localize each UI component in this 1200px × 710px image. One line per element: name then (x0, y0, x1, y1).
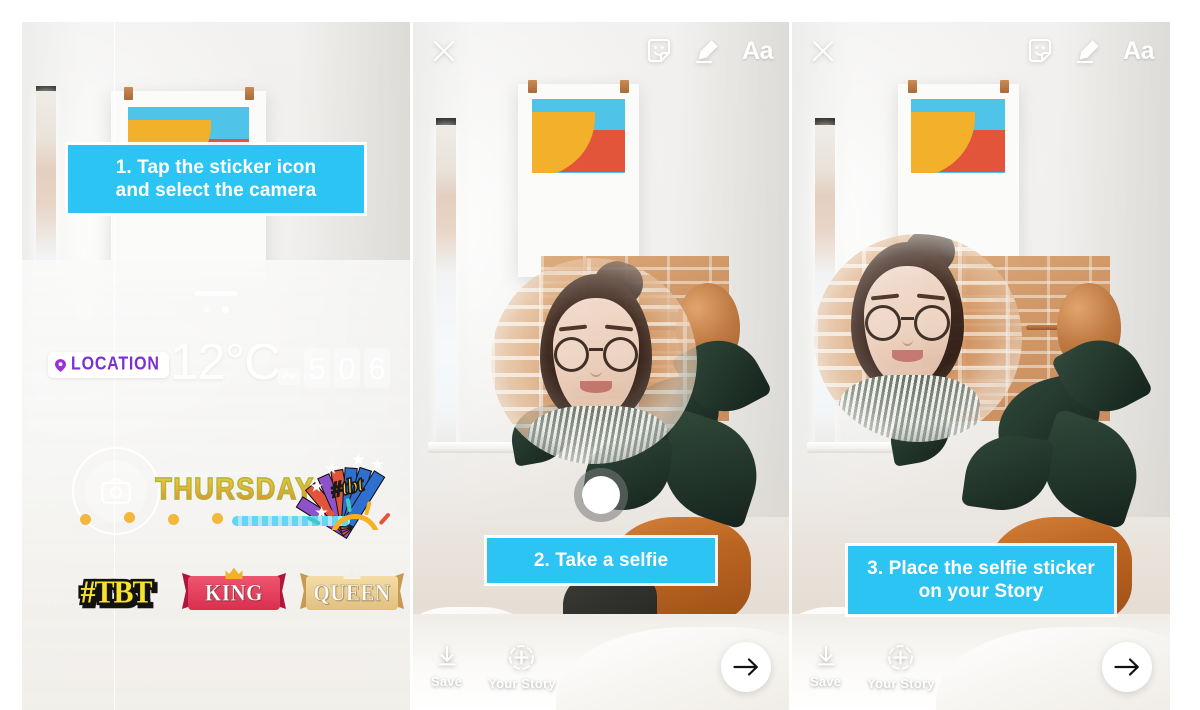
tray-page-dot-2[interactable] (222, 306, 229, 313)
toolbar-actions: Aa (646, 38, 773, 64)
wall-poster (518, 79, 639, 277)
sticker-grid: THURSDAY #tbt #TBT KING QUEEN (22, 198, 410, 710)
toolbar-actions: Aa (1027, 38, 1154, 64)
save-label: Save (431, 674, 463, 689)
burst-star (371, 458, 384, 470)
mini-emoji-sticker[interactable] (168, 514, 179, 525)
king-ribbon-label: KING (204, 579, 263, 606)
callout-step-2: 2. Take a selfie (487, 538, 715, 584)
save-button[interactable]: Save (810, 645, 841, 689)
mini-emoji-sticker[interactable] (124, 512, 135, 523)
sun-spike (306, 515, 321, 526)
callout-step-3: 3. Place the selfie sticker on your Stor… (848, 546, 1114, 615)
queen-ribbon-sticker[interactable]: QUEEN (300, 567, 404, 616)
shutter-inner (582, 476, 620, 514)
sun-spike (378, 512, 391, 526)
window-curtain (435, 125, 457, 449)
your-story-icon (888, 644, 914, 670)
crown-icon (343, 567, 361, 579)
draw-button[interactable] (1075, 38, 1101, 64)
tutorial-board: 1. Tap the sticker icon and select the c… (0, 0, 1200, 710)
poster-clip-left (123, 86, 133, 100)
close-icon (813, 41, 833, 61)
sticker-button[interactable] (646, 38, 672, 64)
callout-step-1: 1. Tap the sticker icon and select the c… (68, 145, 364, 214)
panel-take-selfie: Aa 2. Take a selfie Save Your Story (413, 22, 789, 710)
selfie-sticker-placed[interactable] (814, 234, 1022, 442)
save-label: Save (810, 674, 842, 689)
sticker-cell-king[interactable]: KING (174, 564, 294, 622)
your-story-button[interactable]: Your Story (867, 644, 935, 691)
download-icon (817, 646, 835, 666)
next-button[interactable] (1102, 642, 1152, 692)
share-bar: Save Your Story (413, 624, 789, 710)
poster-clip-right (619, 79, 629, 93)
sticker-icon (1029, 39, 1052, 62)
tray-page-dots[interactable] (203, 306, 229, 313)
download-icon (438, 646, 456, 666)
poster-clip-right (245, 86, 255, 100)
shutter-button[interactable] (574, 468, 628, 522)
your-story-button[interactable]: Your Story (488, 644, 556, 691)
sticker-button[interactable] (1027, 38, 1053, 64)
tray-drag-handle[interactable] (194, 291, 238, 296)
text-button[interactable]: Aa (742, 38, 773, 64)
panel-place-sticker: Aa 3. Place the selfie sticker on your S… (792, 22, 1170, 710)
sun-spike (364, 500, 372, 516)
text-button[interactable]: Aa (1123, 38, 1154, 64)
panel-sticker-tray: 1. Tap the sticker icon and select the c… (22, 22, 410, 710)
share-bar: Save Your Story (792, 624, 1170, 710)
poster-artwork (531, 99, 626, 173)
next-button[interactable] (721, 642, 771, 692)
crown-icon (225, 567, 243, 579)
your-story-label: Your Story (488, 675, 556, 691)
sticker-icon (648, 39, 671, 62)
poster-clip-right (1000, 79, 1010, 93)
plant-leaf (961, 429, 1054, 516)
sun-spike (323, 503, 336, 518)
mini-emoji-sticker[interactable] (212, 513, 223, 524)
your-story-label: Your Story (867, 675, 935, 691)
marker-icon (696, 40, 718, 63)
editor-toolbar: Aa (792, 22, 1170, 80)
camera-icon (101, 478, 131, 504)
sticker-cell-queen[interactable]: QUEEN (292, 564, 410, 622)
tray-page-dot-1[interactable] (203, 306, 210, 313)
selfie-vignette (491, 258, 697, 464)
selfie-sticker-preview[interactable] (491, 258, 697, 464)
close-button[interactable] (808, 36, 838, 66)
burst-star (352, 453, 365, 465)
king-ribbon-sticker[interactable]: KING (182, 567, 286, 616)
save-button[interactable]: Save (431, 645, 462, 689)
draw-button[interactable] (694, 38, 720, 64)
sun-sticker[interactable] (306, 497, 400, 530)
queen-ribbon-label: QUEEN (313, 579, 391, 606)
poster-clip-left (527, 79, 537, 93)
mini-emoji-sticker[interactable] (80, 514, 91, 525)
arrow-right-icon (1114, 658, 1139, 676)
sun-body (330, 514, 380, 530)
your-story-icon (509, 644, 535, 670)
selfie-vignette (814, 234, 1022, 442)
tbt-block-sticker[interactable]: #TBT (78, 573, 155, 613)
close-button[interactable] (429, 36, 459, 66)
arrow-right-icon (733, 658, 758, 676)
sticker-cell-tbt-block[interactable]: #TBT (46, 564, 186, 622)
poster-artwork (911, 99, 1006, 173)
poster-clip-left (907, 79, 917, 93)
close-icon (434, 41, 454, 61)
editor-toolbar: Aa (413, 22, 789, 80)
marker-icon (1077, 40, 1099, 63)
